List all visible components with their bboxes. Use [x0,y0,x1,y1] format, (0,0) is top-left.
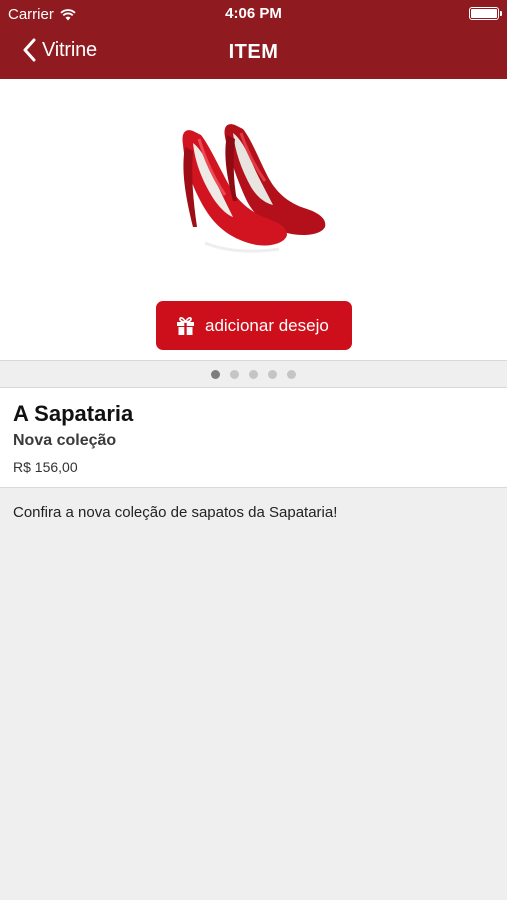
status-bar: Carrier 4:06 PM [0,0,507,28]
page-dot-4[interactable] [268,369,277,379]
page-dot-1[interactable] [211,369,220,379]
product-image [182,124,326,253]
product-image-area[interactable]: adicionar desejo [0,79,507,360]
top-bar: Carrier 4:06 PM Vitrine ITEM [0,0,507,79]
add-to-wishlist-label: adicionar desejo [205,315,329,335]
page-dot-5[interactable] [287,369,296,379]
clock: 4:06 PM [225,5,282,22]
page-title: ITEM [228,41,279,63]
page-indicator[interactable] [0,360,507,388]
navigation-bar: Vitrine ITEM [0,28,507,79]
product-description: Confira a nova coleção de sapatos da Sap… [13,504,338,521]
page-dot-3[interactable] [249,369,258,379]
add-to-wishlist-button[interactable]: adicionar desejo [156,301,352,350]
product-info: A Sapataria Nova coleção R$ 156,00 [0,388,507,488]
product-name: A Sapataria [13,401,134,426]
product-subtitle: Nova coleção [13,432,117,449]
gift-icon [177,316,194,335]
product-price: R$ 156,00 [13,459,78,475]
battery-icon [469,7,502,20]
page-dot-2[interactable] [230,369,239,379]
